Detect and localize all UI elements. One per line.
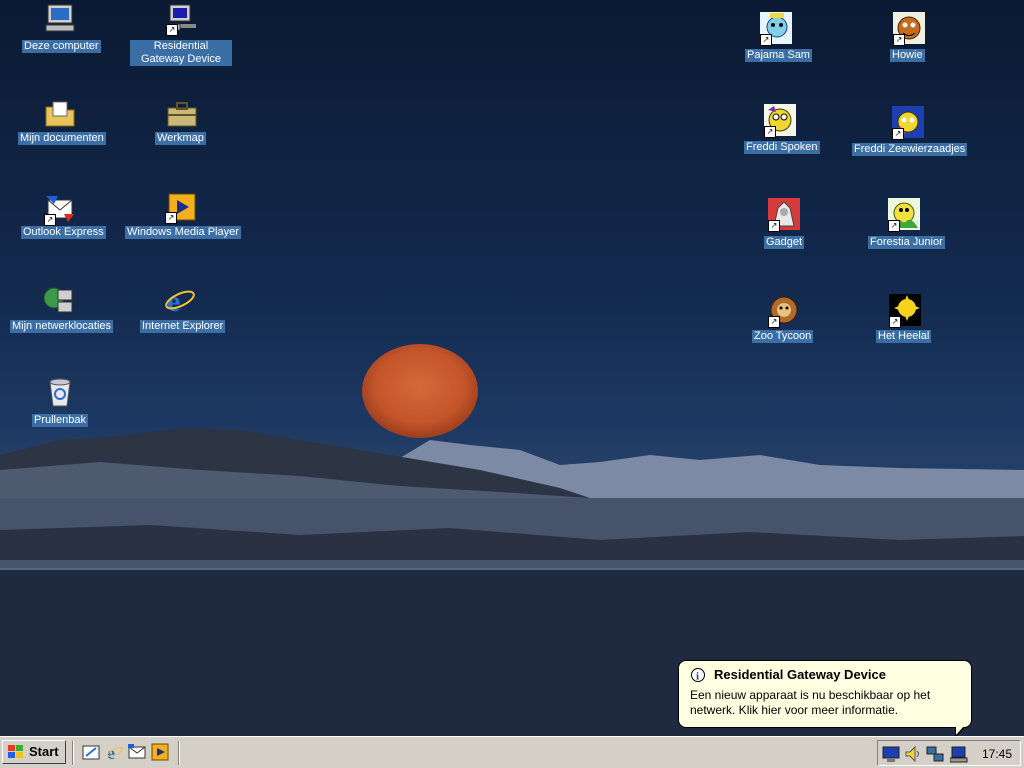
- internet-explorer-icon: e: [165, 285, 195, 316]
- desktop-icon-label: Freddi Spoken: [744, 141, 820, 154]
- desktop-icon-label: Pajama Sam: [745, 49, 812, 62]
- desktop-icon-label: Mijn documenten: [18, 132, 106, 145]
- desktop-icon-howie[interactable]: ↗ Howie: [888, 12, 930, 64]
- desktop-icon-pajama-sam[interactable]: ↗ Pajama Sam: [742, 12, 812, 64]
- system-tray: 17:45: [877, 740, 1021, 766]
- network-connection-icon[interactable]: [926, 745, 944, 763]
- volume-icon[interactable]: [904, 745, 922, 763]
- desktop-icon-label: Outlook Express: [21, 226, 106, 239]
- svg-text:i: i: [696, 671, 699, 683]
- desktop-icon-forestia-junior[interactable]: ↗ Forestia Junior: [868, 198, 945, 252]
- windows-logo-icon: [8, 745, 23, 758]
- clock[interactable]: 17:45: [982, 747, 1012, 761]
- desktop-icon-label: Het Heelal: [876, 330, 932, 343]
- desktop-icon-internet-explorer[interactable]: e Internet Explorer: [140, 284, 226, 334]
- start-button[interactable]: Start: [2, 740, 66, 764]
- taskbar-separator: [72, 741, 74, 765]
- shortcut-arrow-icon: ↗: [888, 220, 900, 232]
- desktop-icon-label: Residential Gateway Device: [130, 40, 232, 66]
- internet-explorer-quicklaunch-icon[interactable]: e: [106, 743, 124, 761]
- shortcut-arrow-icon: ↗: [166, 24, 178, 36]
- new-device-tray-icon[interactable]: [950, 745, 968, 763]
- desktop-icon-label: Zoo Tycoon: [752, 330, 814, 343]
- folder-documents-icon: [45, 101, 75, 127]
- shortcut-arrow-icon: ↗: [165, 212, 177, 224]
- balloon-title: Residential Gateway Device: [714, 667, 886, 682]
- desktop-icon-mijn-netwerklocaties[interactable]: Mijn netwerklocaties: [8, 284, 114, 334]
- balloon-message: Een nieuw apparaat is nu beschikbaar op …: [690, 688, 931, 717]
- desktop-icon-label: Mijn netwerklocaties: [10, 320, 114, 333]
- desktop-icon-het-heelal[interactable]: ↗ Het Heelal: [876, 294, 936, 346]
- shortcut-arrow-icon: ↗: [768, 220, 780, 232]
- desktop-icon-label: Deze computer: [22, 40, 101, 53]
- svg-text:e: e: [107, 743, 115, 761]
- balloon-tail-fill: [956, 726, 964, 735]
- desktop-icon-werkmap[interactable]: Werkmap: [150, 98, 214, 148]
- taskbar-separator: [178, 741, 180, 765]
- desktop-icon-residential-gateway-device[interactable]: ↗ Residential Gateway Device: [130, 2, 234, 66]
- desktop-icon-label: Prullenbak: [32, 414, 88, 427]
- monitor-tray-icon[interactable]: [882, 745, 900, 763]
- recycle-bin-icon: [49, 378, 71, 407]
- shortcut-arrow-icon: ↗: [893, 34, 905, 46]
- desktop-icon-prullenbak[interactable]: Prullenbak: [30, 376, 92, 430]
- desktop-icon-deze-computer[interactable]: Deze computer: [20, 2, 101, 54]
- desktop-icon-freddi-zeewierzaadjes[interactable]: ↗ Freddi Zeewierzaadjes: [852, 106, 968, 158]
- desktop-icon-zoo-tycoon[interactable]: ↗ Zoo Tycoon: [752, 294, 818, 346]
- desktop-icon-gadget[interactable]: ↗ Gadget: [760, 198, 810, 252]
- shortcut-arrow-icon: ↗: [44, 214, 56, 226]
- notification-balloon[interactable]: i Residential Gateway Device Een nieuw a…: [678, 660, 972, 728]
- desktop-icon-label: Gadget: [764, 236, 805, 249]
- desktop-icon-label: Werkmap: [155, 132, 206, 145]
- desktop-icon-label: Howie: [890, 49, 925, 62]
- media-player-quicklaunch-icon[interactable]: [151, 743, 169, 761]
- shortcut-arrow-icon: ↗: [889, 316, 901, 328]
- taskbar: Start e 17:45: [0, 736, 1024, 768]
- shortcut-arrow-icon: ↗: [764, 126, 776, 138]
- show-desktop-icon[interactable]: [82, 743, 100, 761]
- info-icon: i: [691, 668, 705, 682]
- network-places-icon: [43, 287, 73, 313]
- shortcut-arrow-icon: ↗: [768, 316, 780, 328]
- my-computer-icon: [45, 4, 75, 32]
- desktop-icon-freddi-spoken[interactable]: ↗ Freddi Spoken: [744, 104, 820, 156]
- desktop-icon-label: Forestia Junior: [868, 236, 945, 249]
- desktop-icon-windows-media-player[interactable]: ↗ Windows Media Player: [125, 192, 241, 242]
- desktop-icon-label: Windows Media Player: [125, 226, 241, 239]
- desktop-icon-label: Internet Explorer: [140, 320, 226, 333]
- briefcase-icon: [167, 102, 197, 127]
- desktop-icon-label: Freddi Zeewierzaadjes: [852, 143, 968, 156]
- start-label: Start: [29, 744, 59, 759]
- desktop-icon-outlook-express[interactable]: ↗ Outlook Express: [20, 192, 106, 242]
- shortcut-arrow-icon: ↗: [892, 128, 904, 140]
- shortcut-arrow-icon: ↗: [760, 34, 772, 46]
- outlook-express-quicklaunch-icon[interactable]: [128, 743, 146, 761]
- desktop-icon-mijn-documenten[interactable]: Mijn documenten: [18, 98, 106, 148]
